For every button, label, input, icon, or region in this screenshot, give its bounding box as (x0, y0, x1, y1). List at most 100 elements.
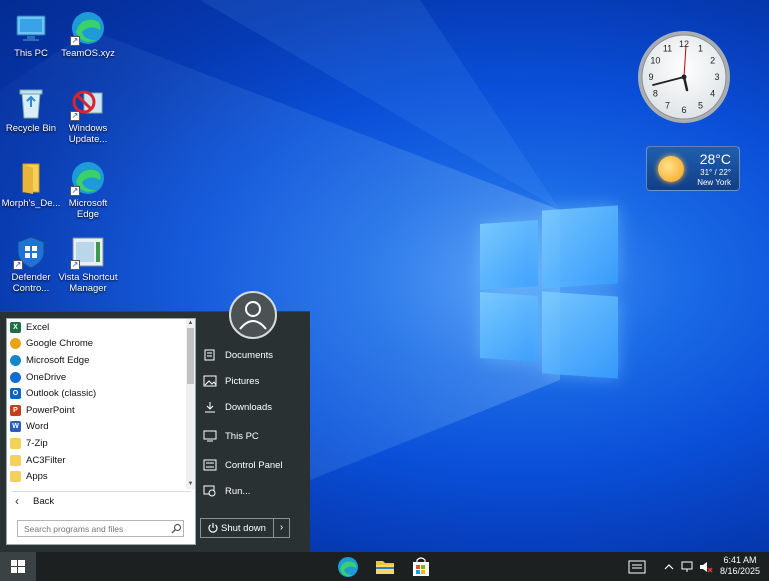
program-icon (10, 354, 21, 366)
action-center-icon[interactable] (628, 560, 646, 574)
desktop-icon-teamos[interactable]: ↗ TeamOS.xyz (57, 10, 119, 59)
volume-muted-icon[interactable] (699, 560, 713, 574)
user-icon (239, 301, 267, 330)
weather-gadget[interactable]: 28°C 31° / 22° New York (646, 146, 740, 191)
clock-numeral: 8 (653, 89, 658, 99)
shortcut-manager-icon: ↗ (70, 234, 106, 270)
taskbar-store-button[interactable] (409, 555, 433, 579)
program-label: Google Chrome (26, 338, 94, 350)
taskbar-edge-button[interactable] (336, 555, 360, 579)
recycle-bin-icon (13, 85, 49, 121)
program-icon (10, 454, 21, 466)
run-icon (203, 485, 217, 497)
chevron-left-icon: ‹ (15, 494, 19, 508)
store-icon (413, 557, 429, 576)
program-item[interactable]: Apps (7, 468, 187, 485)
weather-city: New York (697, 178, 731, 187)
scroll-thumb[interactable] (187, 328, 194, 384)
weather-temperature: 28°C (699, 151, 731, 167)
program-label: Outlook (classic) (26, 388, 97, 400)
clock-numeral: 9 (648, 72, 653, 82)
defender-shield-icon: ↗ (13, 234, 49, 270)
documents-icon (203, 349, 217, 361)
program-item[interactable]: Microsoft Edge (7, 352, 187, 369)
desktop-icon-recycle-bin[interactable]: Recycle Bin (0, 85, 62, 134)
start-right-item-label: This PC (225, 430, 259, 442)
weather-range: 31° / 22° (700, 168, 731, 177)
start-right-item-label: Run... (225, 485, 251, 497)
program-label: Microsoft Edge (26, 354, 90, 366)
divider (11, 491, 191, 492)
start-right-item-label: Downloads (225, 401, 272, 413)
taskbar: 6:41 AM 8/16/2025 (0, 552, 769, 581)
file-explorer-icon (376, 561, 394, 574)
program-icon (10, 371, 21, 383)
program-icon: W (10, 421, 21, 433)
shutdown-options-arrow-icon[interactable]: › (273, 519, 289, 537)
clock-numeral: 4 (710, 89, 715, 99)
scroll-down-arrow-icon[interactable]: ▼ (186, 480, 195, 489)
shutdown-button[interactable]: Shut down › (200, 518, 290, 538)
edge-shortcut-icon: ↗ (70, 10, 106, 46)
start-right-item-label: Documents (225, 349, 274, 361)
start-right-item-label: Pictures (225, 375, 260, 387)
start-right-item-control-panel[interactable]: Control Panel (203, 459, 283, 471)
taskbar-clock[interactable]: 6:41 AM 8/16/2025 (716, 555, 764, 577)
program-label: OneDrive (26, 371, 67, 383)
program-item[interactable]: 7-Zip (7, 435, 187, 452)
desktop-icon-defender-control[interactable]: ↗ Defender Contro... (0, 234, 62, 294)
start-right-item-pictures[interactable]: Pictures (203, 375, 259, 387)
desktop-icon-microsoft-edge[interactable]: ↗ Microsoft Edge (57, 160, 119, 220)
control-panel-icon (203, 459, 217, 471)
clock-numeral: 1 (698, 43, 703, 53)
desktop-icon-this-pc[interactable]: This PC (0, 10, 62, 59)
start-right-item-computer[interactable]: This PC (203, 430, 259, 442)
program-label: PowerPoint (26, 404, 75, 416)
program-item[interactable]: Google Chrome (7, 336, 187, 353)
taskbar-file-explorer-button[interactable] (373, 555, 397, 579)
pictures-icon (203, 375, 217, 387)
edge-icon (338, 557, 358, 577)
show-hidden-icons-chevron-icon[interactable] (664, 560, 674, 574)
computer-icon (203, 430, 217, 442)
desktop-icon-windows-update[interactable]: ↗ Windows Update... (57, 85, 119, 145)
scroll-up-arrow-icon[interactable]: ▲ (186, 319, 195, 328)
program-item[interactable]: X Excel (7, 319, 187, 336)
clock-gadget[interactable]: 12 12 3 45 6 789 1011 (637, 30, 731, 124)
program-icon: X (10, 321, 21, 333)
sun-icon (658, 156, 684, 182)
start-right-item-run[interactable]: Run... (203, 485, 250, 497)
program-icon: O (10, 388, 21, 400)
clock-numeral: 3 (714, 72, 719, 82)
user-avatar[interactable] (229, 291, 277, 339)
program-item[interactable]: W Word (7, 419, 187, 436)
start-right-item-downloads[interactable]: Downloads (203, 401, 272, 413)
clock-numeral: 10 (650, 56, 660, 66)
power-icon (208, 523, 218, 533)
clock-numeral: 11 (663, 43, 672, 53)
network-icon[interactable] (681, 560, 695, 574)
program-item[interactable]: P PowerPoint (7, 402, 187, 419)
program-icon (10, 471, 21, 483)
start-button[interactable] (0, 552, 36, 581)
windows-update-icon: ↗ (70, 85, 106, 121)
program-item[interactable]: AC3Filter (7, 452, 187, 469)
program-icon (10, 338, 21, 350)
start-left-pane: X Excel Google Chrome Microsoft Edge OneDriv… (6, 318, 196, 545)
search-input[interactable] (17, 520, 184, 537)
program-label: 7-Zip (26, 437, 48, 449)
this-pc-icon (13, 10, 49, 46)
search-icon[interactable] (171, 523, 182, 534)
taskbar-date: 8/16/2025 (719, 566, 761, 576)
program-list-scrollbar[interactable]: ▲ ▼ (186, 319, 195, 489)
program-item[interactable]: O Outlook (classic) (7, 385, 187, 402)
program-icon: P (10, 404, 21, 416)
program-item[interactable]: OneDrive (7, 369, 187, 386)
start-right-item-documents[interactable]: Documents (203, 349, 273, 361)
program-label: Apps (26, 471, 48, 483)
program-label: Excel (26, 321, 50, 333)
program-icon (10, 437, 21, 449)
desktop-icon-morphs-folder[interactable]: Morph's_De... (0, 160, 62, 209)
back-button[interactable]: ‹ Back (15, 494, 54, 508)
desktop-icon-vista-shortcut-manager[interactable]: ↗ Vista Shortcut Manager (57, 234, 119, 294)
